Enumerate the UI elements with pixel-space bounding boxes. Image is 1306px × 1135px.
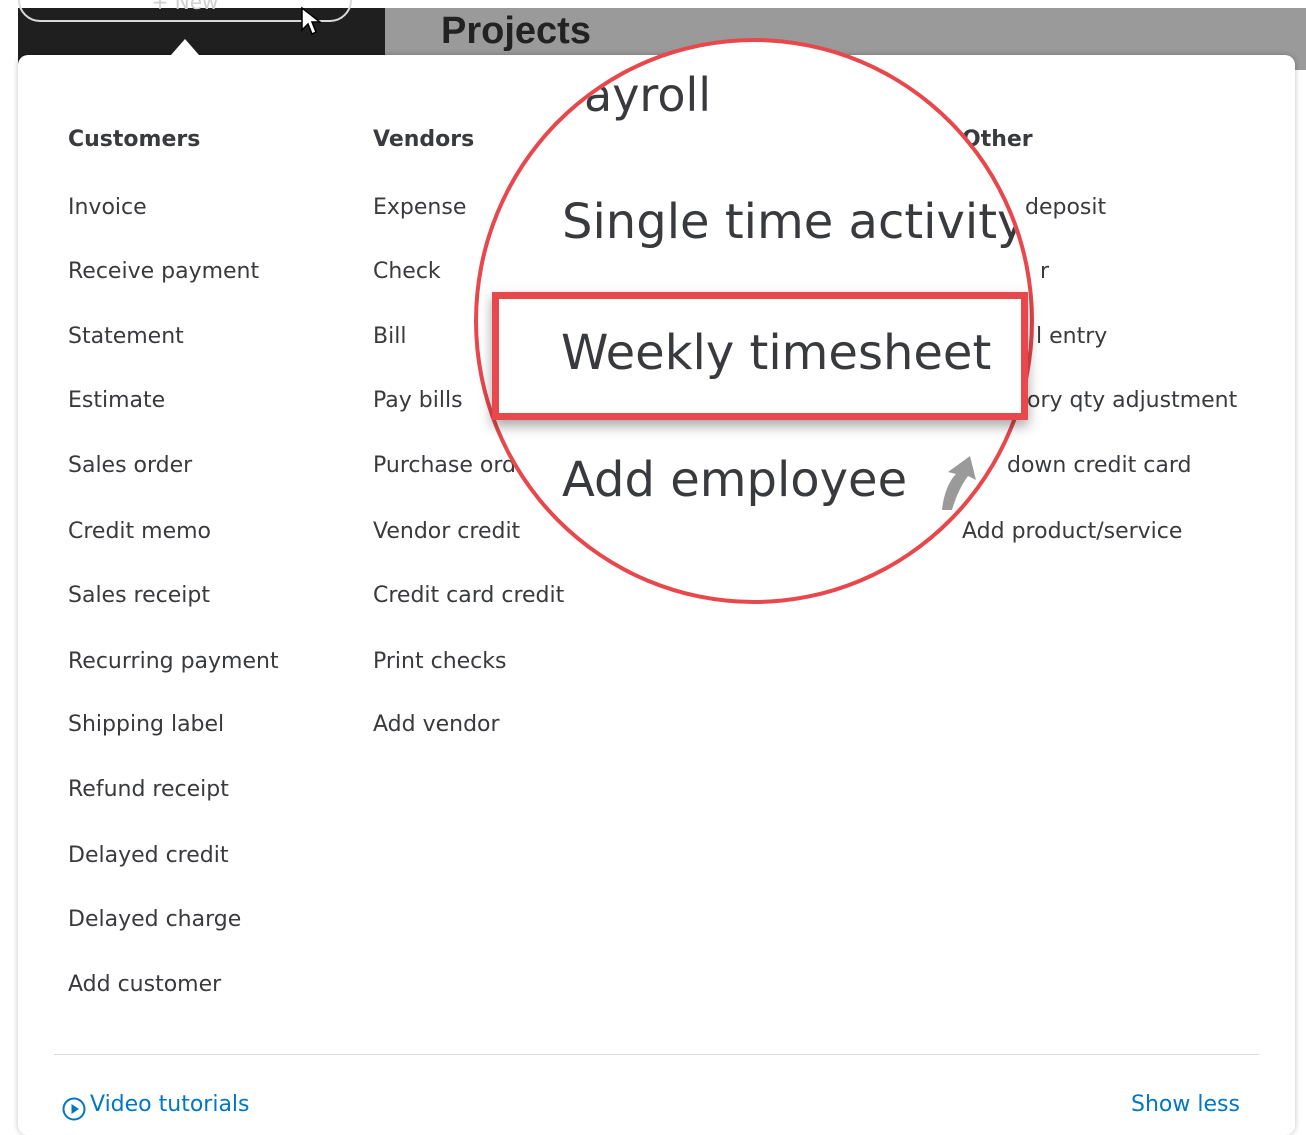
menu-item-shipping-label[interactable]: Shipping label xyxy=(68,710,224,740)
menu-item-refund-receipt[interactable]: Refund receipt xyxy=(68,775,229,805)
menu-item-add-vendor[interactable]: Add vendor xyxy=(373,710,500,740)
menu-item-purchase-order[interactable]: Purchase ord xyxy=(373,451,516,481)
mouse-cursor-icon xyxy=(301,6,322,36)
footer-divider xyxy=(54,1054,1259,1055)
menu-item-check[interactable]: Check xyxy=(373,257,441,287)
menu-item-invoice[interactable]: Invoice xyxy=(68,193,147,223)
arrow-up-icon xyxy=(942,456,976,510)
weekly-timesheet-highlight[interactable]: Weekly timesheet xyxy=(492,292,1028,420)
menu-item-credit-memo[interactable]: Credit memo xyxy=(68,517,211,547)
magnified-single-time-activity[interactable]: Single time activity xyxy=(562,194,1025,250)
menu-item-estimate[interactable]: Estimate xyxy=(68,386,165,416)
menu-item-delayed-credit[interactable]: Delayed credit xyxy=(68,841,228,871)
panel-caret xyxy=(171,39,199,55)
menu-item-inventory-qty-adjustment[interactable]: ory qty adjustment xyxy=(1027,386,1237,416)
menu-item-sales-order[interactable]: Sales order xyxy=(68,451,192,481)
menu-item-delayed-charge[interactable]: Delayed charge xyxy=(68,905,241,935)
menu-item-add-product-service[interactable]: Add product/service xyxy=(962,517,1182,547)
magnified-weekly-timesheet[interactable]: Weekly timesheet xyxy=(561,325,991,381)
show-less-link[interactable]: Show less xyxy=(1131,1092,1240,1117)
magnified-add-employee[interactable]: Add employee xyxy=(562,452,907,508)
vendors-heading: Vendors xyxy=(373,127,475,152)
magnified-payroll-heading: ayroll xyxy=(584,68,712,122)
menu-item-sales-receipt[interactable]: Sales receipt xyxy=(68,581,210,611)
menu-item-bill[interactable]: Bill xyxy=(373,322,406,352)
menu-item-recurring-payment[interactable]: Recurring payment xyxy=(68,647,279,677)
customers-heading: Customers xyxy=(68,127,201,152)
menu-item-bank-deposit[interactable]: deposit xyxy=(1025,193,1106,223)
menu-item-add-customer[interactable]: Add customer xyxy=(68,970,221,1000)
menu-item-pay-bills[interactable]: Pay bills xyxy=(373,386,463,416)
menu-item-receive-payment[interactable]: Receive payment xyxy=(68,257,259,287)
menu-item-credit-card-credit[interactable]: Credit card credit xyxy=(373,581,564,611)
menu-item-journal-entry[interactable]: l entry xyxy=(1036,322,1107,352)
menu-item-transfer[interactable]: r xyxy=(1040,257,1049,287)
menu-item-expense[interactable]: Expense xyxy=(373,193,466,223)
menu-item-statement[interactable]: Statement xyxy=(68,322,184,352)
play-circle-icon[interactable] xyxy=(62,1097,86,1121)
menu-item-print-checks[interactable]: Print checks xyxy=(373,647,506,677)
menu-item-pay-down-credit-card[interactable]: down credit card xyxy=(1007,451,1191,481)
video-tutorials-link[interactable]: Video tutorials xyxy=(90,1092,250,1117)
page-title: Projects xyxy=(441,10,591,52)
menu-item-vendor-credit[interactable]: Vendor credit xyxy=(373,517,520,547)
